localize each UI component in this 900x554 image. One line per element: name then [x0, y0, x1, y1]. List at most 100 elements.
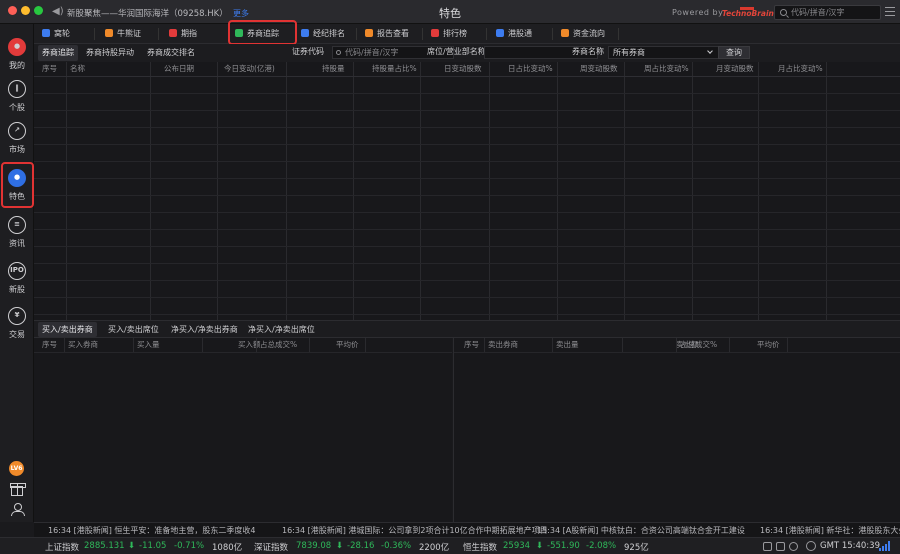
- hsi-index-change: -551.90: [547, 541, 580, 551]
- title-bar: ◀) 新股聚焦——华润国际海洋（09258.HK） 更多 特色 Powered …: [0, 0, 900, 24]
- tab-cbbc[interactable]: 牛熊证: [105, 24, 141, 44]
- gift-icon[interactable]: [10, 483, 26, 496]
- sidebar-item-ipo[interactable]: IPO 新股: [0, 256, 34, 298]
- headline-ticker[interactable]: 新股聚焦——华润国际海洋（09258.HK）: [67, 7, 228, 19]
- hsi-index-pct: -2.08%: [586, 541, 617, 551]
- hamburger-menu-icon[interactable]: [885, 7, 895, 16]
- hsi-index-name[interactable]: 恒生指数: [463, 541, 497, 553]
- subtab-holding-change[interactable]: 券商持股异动: [82, 45, 138, 61]
- col-header[interactable]: 序号: [42, 338, 57, 352]
- market-icon: ↗: [8, 122, 26, 140]
- col-header[interactable]: 日变动股数: [444, 62, 482, 76]
- tab-buy-sell-brokers[interactable]: 买入/卖出券商: [38, 322, 97, 337]
- news-item[interactable]: 16:34 [港股新闻] 新华社：港股股东大会前: [760, 525, 900, 536]
- sz-index-name[interactable]: 深证指数: [254, 541, 288, 553]
- tab-buy-sell-seats[interactable]: 买入/卖出席位: [104, 322, 163, 337]
- monitor-icon[interactable]: [763, 542, 772, 551]
- col-header[interactable]: 月占比变动%: [778, 62, 823, 76]
- col-header[interactable]: 平均价: [757, 338, 780, 352]
- news-item[interactable]: 15:34 [A股新闻] 中核钛白：合资公司高端钛合金开工建设: [537, 525, 745, 536]
- sidebar-item-mine[interactable]: ● 我的: [0, 32, 34, 74]
- warrant-icon: [42, 29, 50, 37]
- feature-tabs: 窝轮 牛熊证 期指 券商追踪 经纪排名 报告查看 排行榜 港股通 资金流向: [34, 24, 900, 44]
- col-header[interactable]: 今日变动(亿港): [224, 62, 275, 76]
- col-header[interactable]: 卖出量: [556, 338, 579, 352]
- col-header[interactable]: 买入额: [238, 338, 261, 352]
- powered-by-label: Powered by: [672, 8, 724, 17]
- level-badge[interactable]: LV6: [9, 461, 24, 476]
- sz-index-value: 7839.08: [296, 541, 332, 551]
- window-icon[interactable]: [776, 542, 785, 551]
- sidebar-item-news[interactable]: ≡ 资讯: [0, 210, 34, 252]
- sh-index-change: -11.05: [139, 541, 167, 551]
- news-item[interactable]: 16:34 [港股新闻] 恒生平安：准备地主营，股东二季度收4: [48, 525, 255, 536]
- tab-stock-connect[interactable]: 港股通: [496, 24, 532, 44]
- more-link[interactable]: 更多: [233, 8, 249, 19]
- globe-icon: [806, 541, 816, 551]
- minimize-window-button[interactable]: [21, 6, 30, 15]
- trade-icon: ¥: [8, 307, 26, 325]
- index-status-bar: 上证指数 2885.131 ⬇ -11.05 -0.71% 1080亿 深证指数…: [0, 537, 900, 554]
- sz-index-amount: 2200亿: [419, 543, 450, 553]
- tab-label: 窝轮: [54, 29, 70, 38]
- col-header[interactable]: 平均价: [336, 338, 359, 352]
- broker-ranking-icon: [301, 29, 309, 37]
- code-label: 证券代码: [292, 47, 324, 56]
- sidebar-item-label: 我的: [9, 61, 25, 70]
- tab-net-brokers[interactable]: 净买入/净卖出券商: [167, 322, 242, 337]
- sidebar-item-stock[interactable]: ‖ 个股: [0, 74, 34, 116]
- close-window-button[interactable]: [8, 6, 17, 15]
- tab-net-seats[interactable]: 净买入/净卖出席位: [244, 322, 319, 337]
- news-item[interactable]: 16:34 [港股新闻] 港城国际：公司拿到2项合计10亿合作中期拓展地产项目: [282, 525, 548, 536]
- subtab-turnover-rank[interactable]: 券商成交排名: [143, 45, 199, 61]
- col-header[interactable]: 序号: [42, 62, 57, 76]
- query-button[interactable]: 查询: [718, 46, 750, 59]
- highlight-box: [1, 162, 34, 208]
- col-header[interactable]: 占总成交%: [680, 338, 717, 352]
- col-header[interactable]: 序号: [464, 338, 479, 352]
- col-header[interactable]: 卖出券商: [488, 338, 518, 352]
- col-header[interactable]: 名称: [70, 62, 85, 76]
- sidebar-item-market[interactable]: ↗ 市场: [0, 116, 34, 158]
- clock: GMT 15:40:39: [820, 541, 880, 551]
- mine-icon: ●: [8, 38, 26, 56]
- col-header[interactable]: 日占比变动%: [508, 62, 553, 76]
- broker-name-label: 券商名称: [572, 47, 604, 56]
- col-header[interactable]: 占总成交%: [260, 338, 297, 352]
- col-header[interactable]: 周占比变动%: [644, 62, 689, 76]
- hsi-index-amount: 925亿: [624, 543, 649, 553]
- col-header[interactable]: 持股量: [322, 62, 345, 76]
- tab-futures[interactable]: 期指: [169, 24, 197, 44]
- left-sidebar: ● 我的 ‖ 个股 ↗ 市场 ● 特色 ≡ 资讯 IPO 新股 ¥ 交易 LV6: [0, 24, 34, 522]
- col-header[interactable]: 买入券商: [68, 338, 98, 352]
- tab-reports[interactable]: 报告查看: [365, 24, 409, 44]
- col-header[interactable]: 持股量占比%: [372, 62, 417, 76]
- broker-seat-label: 席位/营业部名称: [427, 47, 486, 56]
- tab-warrants[interactable]: 窝轮: [42, 24, 70, 44]
- brand-logo: TechnoBrain: [722, 7, 774, 18]
- search-input[interactable]: [791, 7, 879, 18]
- tab-capital-flow[interactable]: 资金流向: [561, 24, 605, 44]
- down-arrow-icon: ⬇: [128, 541, 136, 551]
- tab-label: 报告查看: [377, 29, 409, 38]
- sh-index-pct: -0.71%: [174, 541, 205, 551]
- tab-broker-ranking[interactable]: 经纪排名: [301, 24, 345, 44]
- subtab-broker-tracking[interactable]: 券商追踪: [38, 45, 78, 61]
- highlight-box: [228, 20, 297, 45]
- sidebar-item-trade[interactable]: ¥ 交易: [0, 301, 34, 343]
- broker-select[interactable]: 所有券商: [608, 46, 719, 59]
- col-header[interactable]: 公布日期: [164, 62, 194, 76]
- user-icon[interactable]: [11, 503, 25, 516]
- sh-index-name[interactable]: 上证指数: [45, 541, 79, 553]
- tab-label: 港股通: [508, 29, 532, 38]
- col-header[interactable]: 周变动股数: [580, 62, 618, 76]
- search-box[interactable]: [774, 5, 881, 20]
- refresh-icon[interactable]: [789, 542, 798, 551]
- zoom-window-button[interactable]: [34, 6, 43, 15]
- tab-rankings[interactable]: 排行榜: [431, 24, 467, 44]
- futures-icon: [169, 29, 177, 37]
- col-header[interactable]: 月变动股数: [716, 62, 754, 76]
- col-header[interactable]: 买入量: [137, 338, 160, 352]
- buy-brokers-table: 序号 买入券商 买入量 买入额 占总成交% 平均价: [34, 338, 452, 522]
- tab-label: 期指: [181, 29, 197, 38]
